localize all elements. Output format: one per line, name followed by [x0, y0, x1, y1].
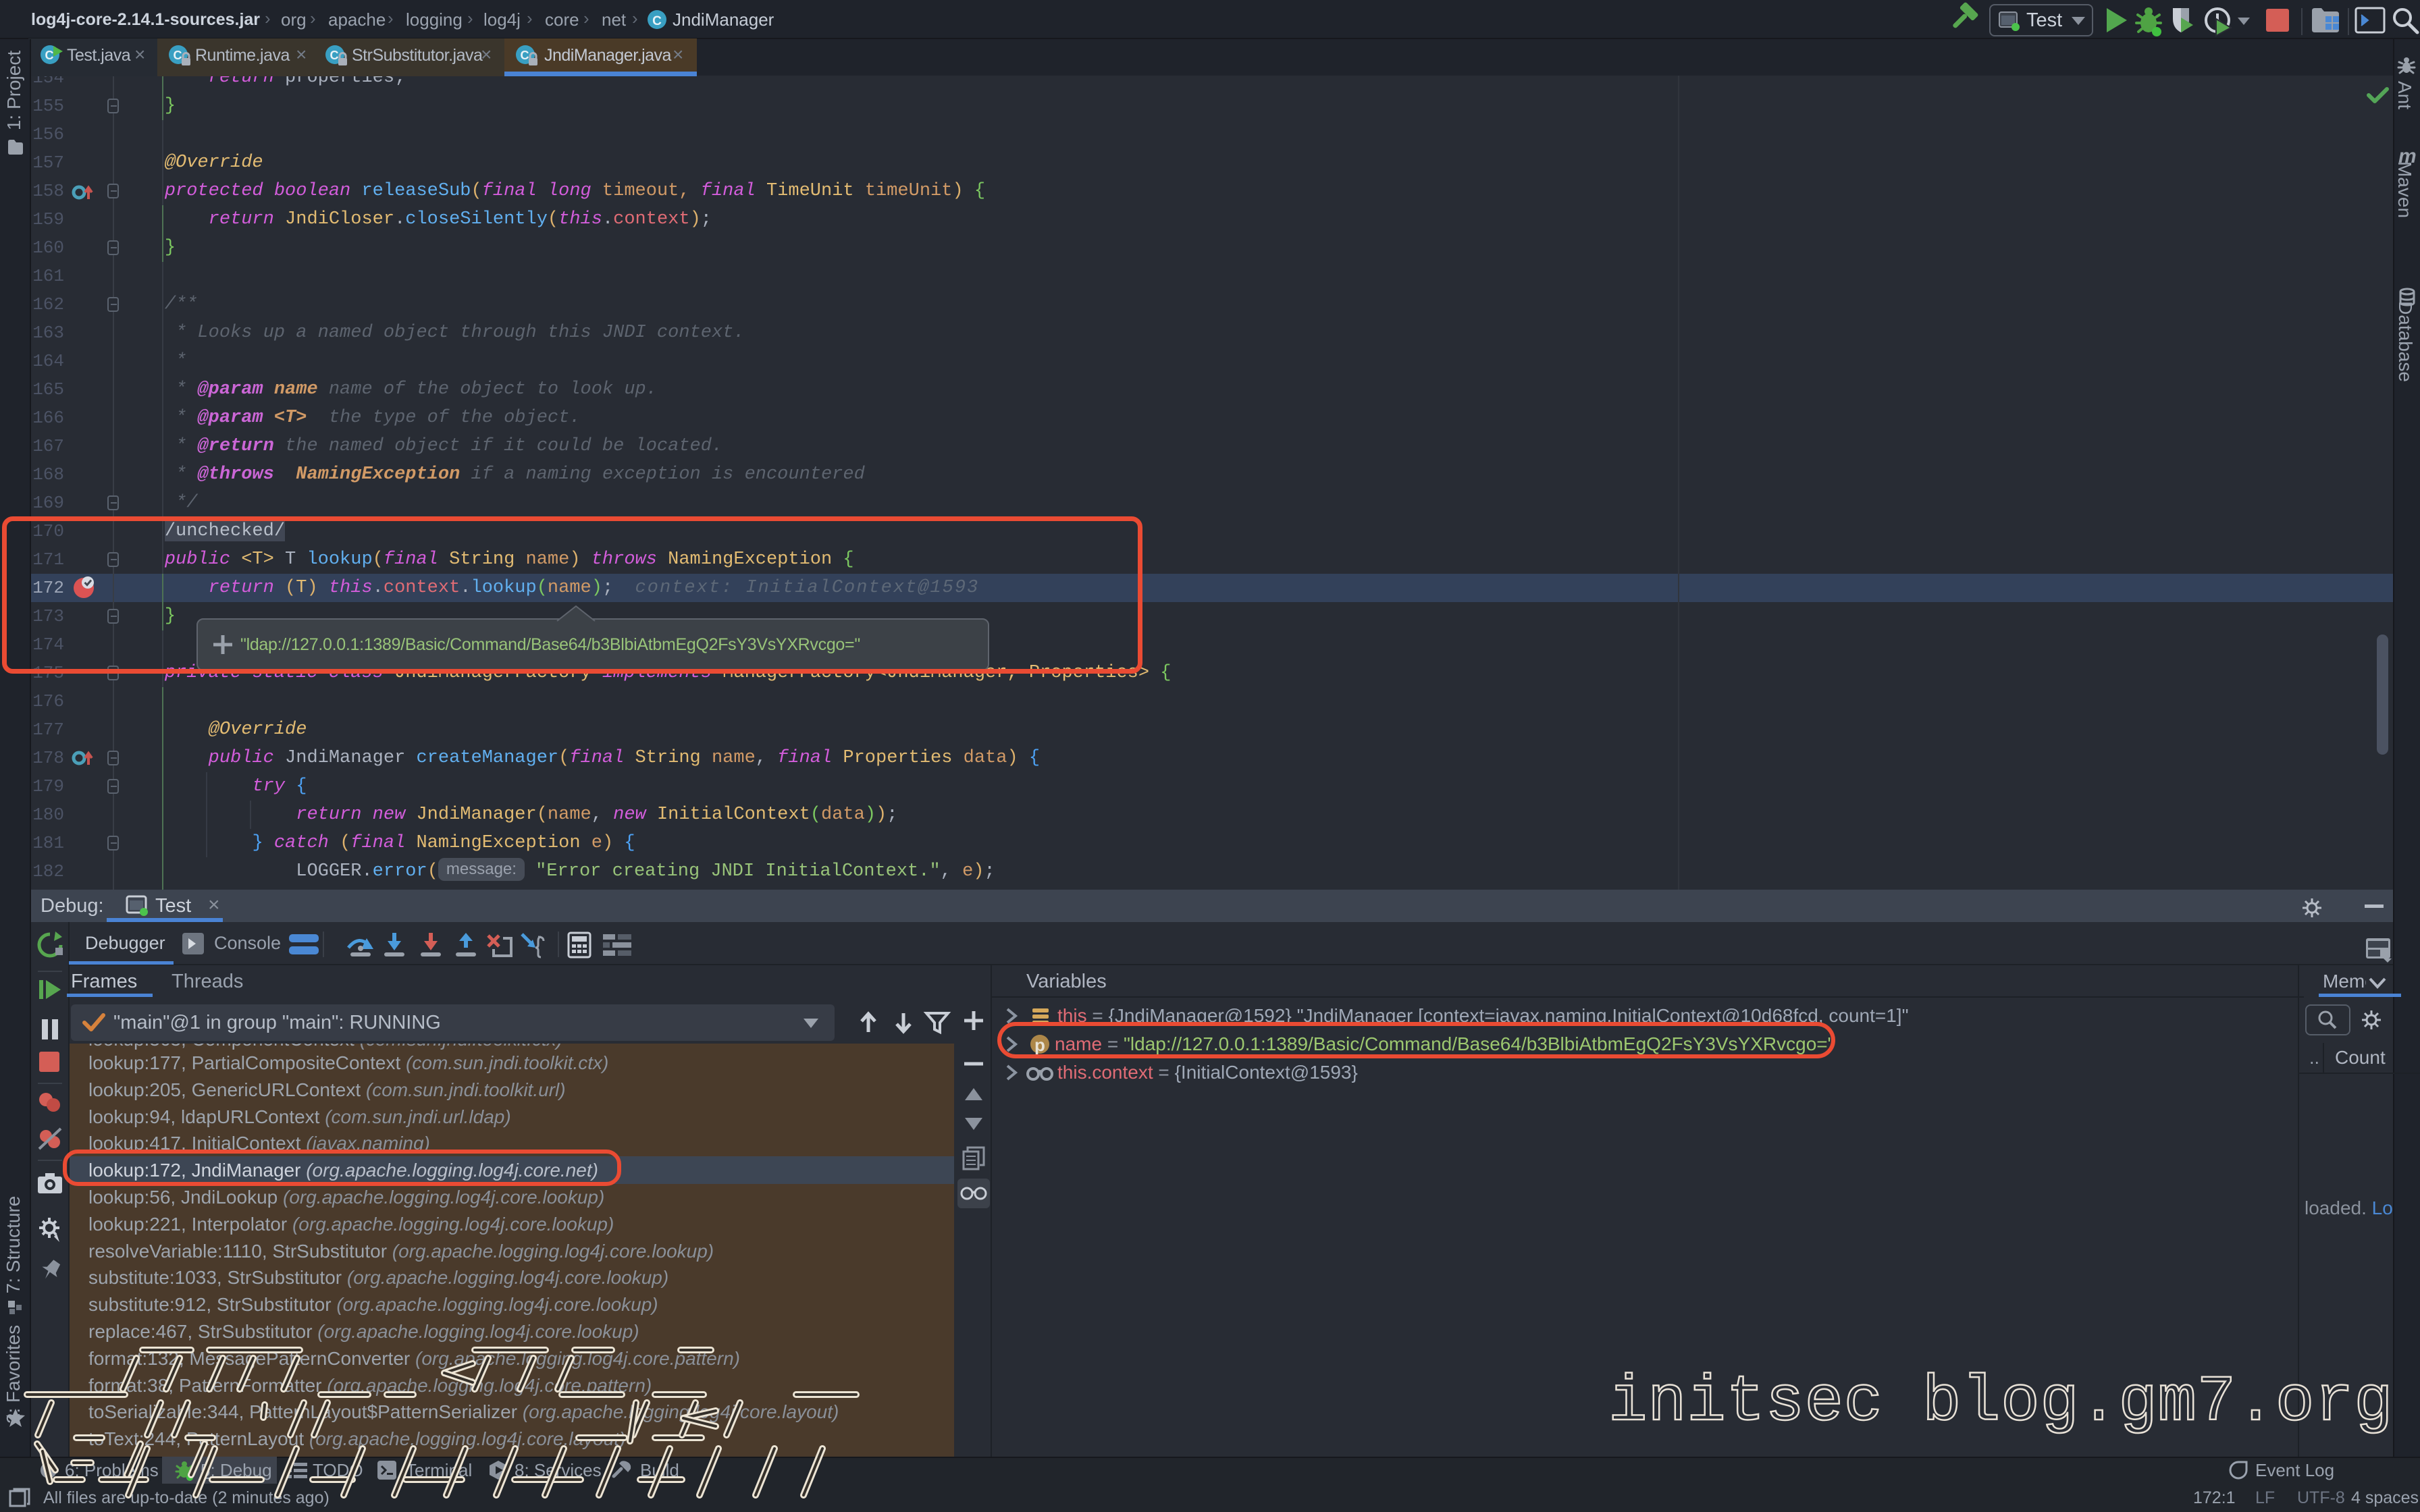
svg-text:C: C: [521, 49, 529, 62]
svg-text:C: C: [45, 49, 54, 62]
svg-text:C: C: [174, 49, 182, 62]
svg-text:C: C: [330, 49, 339, 62]
svg-text:C: C: [652, 14, 662, 28]
